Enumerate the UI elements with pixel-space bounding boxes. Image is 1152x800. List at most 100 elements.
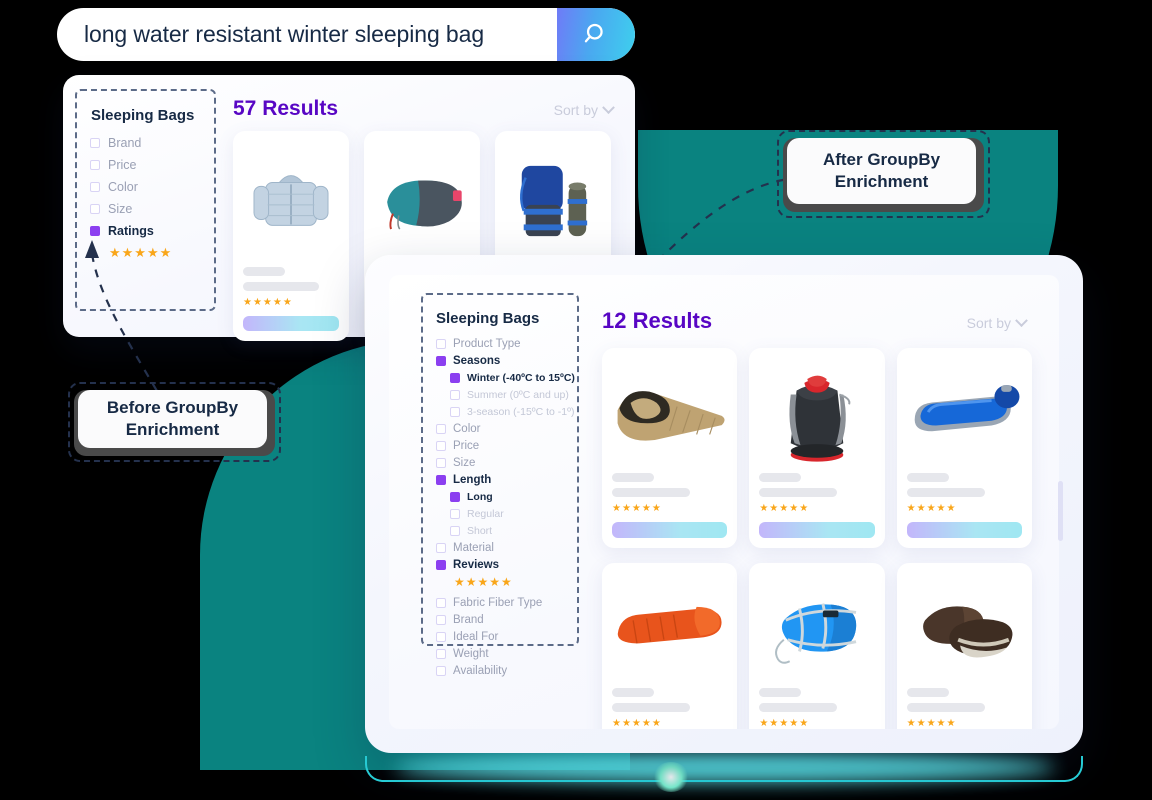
callout-after-card: After GroupBy Enrichment xyxy=(787,138,976,204)
product-cta-button[interactable] xyxy=(243,316,339,331)
product-image-grey-stuff-sack xyxy=(759,358,874,469)
facet-row-seasons[interactable]: Seasons xyxy=(436,355,567,367)
product-cta-button[interactable] xyxy=(906,522,1022,538)
facet-row-long[interactable]: Long xyxy=(450,491,567,503)
facet-row-product-type[interactable]: Product Type xyxy=(436,338,567,350)
facet-checkbox[interactable] xyxy=(450,407,460,417)
product-desc-skeleton xyxy=(759,703,838,712)
product-card[interactable]: ★★★★★ xyxy=(749,563,885,729)
facet-row-reviews[interactable]: Reviews xyxy=(436,559,567,571)
facet-checkbox[interactable] xyxy=(90,138,100,148)
facet-checkbox[interactable] xyxy=(436,615,446,625)
facet-checkbox[interactable] xyxy=(436,339,446,349)
facet-label: Winter (-40ºC to 15ºC) xyxy=(467,372,575,384)
product-rating-stars: ★★★★★ xyxy=(759,503,810,514)
facet-row-availability[interactable]: Availability xyxy=(436,665,567,677)
search-input[interactable] xyxy=(57,8,557,61)
facet-label: Weight xyxy=(453,648,489,660)
facet-checkbox[interactable] xyxy=(436,666,446,676)
facet-checkbox[interactable] xyxy=(436,543,446,553)
facet-label: Color xyxy=(108,180,138,194)
facet-row-color[interactable]: Color xyxy=(436,423,567,435)
facet-row-color[interactable]: Color xyxy=(90,180,204,194)
facet-row-size[interactable]: Size xyxy=(90,202,204,216)
callout-after-groupby: After GroupBy Enrichment xyxy=(777,130,990,218)
facet-checkbox[interactable] xyxy=(450,509,460,519)
screenshot-root: Sleeping Bags BrandPriceColorSizeRatings… xyxy=(0,0,1152,800)
product-card[interactable]: ★★★★★ xyxy=(749,348,885,548)
after-sort-by[interactable]: Sort by xyxy=(967,313,1028,331)
facet-label: Product Type xyxy=(453,338,521,350)
facet-checkbox[interactable] xyxy=(450,526,460,536)
product-card[interactable]: ★★★★★ xyxy=(602,348,738,548)
product-card[interactable]: ★★★★★ xyxy=(233,131,349,341)
facet-label: Brand xyxy=(453,614,484,626)
product-rating-stars: ★★★★★ xyxy=(612,718,662,729)
facet-label: Size xyxy=(453,457,476,469)
product-cta-button[interactable] xyxy=(759,522,875,538)
before-sort-by[interactable]: Sort by xyxy=(553,100,615,118)
tablet-glow-dot xyxy=(653,762,689,792)
product-rating-stars: ★★★★★ xyxy=(243,297,293,308)
product-card[interactable]: ★★★★★ xyxy=(896,348,1032,548)
facet-checkbox[interactable] xyxy=(90,182,100,192)
product-image-tan-rectangular-sleeping-bag xyxy=(612,358,727,469)
facet-row-price[interactable]: Price xyxy=(90,158,204,172)
after-facet-panel: Sleeping Bags Product Type Seasons Winter … xyxy=(421,293,579,677)
facet-checkbox[interactable] xyxy=(450,373,460,383)
facet-row-fabric-fiber-type[interactable]: Fabric Fiber Type xyxy=(436,597,567,609)
facet-row-brand[interactable]: Brand xyxy=(90,136,204,150)
facet-checkbox[interactable] xyxy=(436,475,446,485)
facet-row-summer-0-c-and-up[interactable]: Summer (0ºC and up) xyxy=(450,389,569,401)
facet-checkbox[interactable] xyxy=(436,649,446,659)
product-title-skeleton xyxy=(759,473,802,482)
search-bar[interactable] xyxy=(57,8,635,61)
facet-row-short[interactable]: Short xyxy=(450,525,567,537)
facet-row-regular[interactable]: Regular xyxy=(450,508,567,520)
after-results-header: 12 Results Sort by xyxy=(602,308,1028,334)
facet-row-ideal-for[interactable]: Ideal For xyxy=(436,631,567,643)
facet-row-size[interactable]: Size xyxy=(436,457,567,469)
before-results-count: 57 Results xyxy=(233,97,339,120)
facet-row-weight[interactable]: Weight xyxy=(436,648,567,660)
facet-label: Length xyxy=(453,474,492,486)
product-image-blue-backpack-mat xyxy=(505,141,601,261)
facet-checkbox[interactable] xyxy=(90,204,100,214)
facet-checkbox[interactable] xyxy=(436,441,446,451)
product-card[interactable]: ★★★★★ xyxy=(896,563,1032,729)
facet-label: Material xyxy=(453,542,494,554)
product-rating-stars: ★★★★★ xyxy=(906,718,957,729)
product-card[interactable]: ★★★★★ xyxy=(602,563,738,729)
chevron-down-icon xyxy=(1015,313,1028,327)
product-cta-button[interactable] xyxy=(612,522,728,538)
facet-checkbox[interactable] xyxy=(450,492,460,502)
facet-row-price[interactable]: Price xyxy=(436,440,567,452)
product-title-skeleton xyxy=(906,688,949,697)
tablet-scrollbar[interactable] xyxy=(1058,481,1063,541)
facet-label: Price xyxy=(453,440,480,452)
product-desc-skeleton xyxy=(906,488,985,497)
product-image-blue-rolled-sleeping-bag xyxy=(759,573,874,684)
facet-checkbox[interactable] xyxy=(90,160,100,170)
product-title-skeleton xyxy=(906,473,949,482)
facet-row-material[interactable]: Material xyxy=(436,542,567,554)
before-sort-by-label: Sort by xyxy=(553,102,598,118)
callout-before-groupby: Before GroupBy Enrichment xyxy=(68,382,281,462)
facet-checkbox[interactable] xyxy=(436,458,446,468)
before-facet-title: Sleeping Bags xyxy=(91,107,195,124)
facet-checkbox[interactable] xyxy=(436,560,446,570)
search-button[interactable] xyxy=(557,8,635,61)
facet-row-winter-40-c-to-15-c[interactable]: Winter (-40ºC to 15ºC) xyxy=(450,372,575,384)
after-results-count: 12 Results xyxy=(602,308,713,333)
facet-checkbox[interactable] xyxy=(450,390,460,400)
facet-row-brand[interactable]: Brand xyxy=(436,614,567,626)
tablet-device: Sleeping Bags Product Type Seasons Winter … xyxy=(365,255,1083,753)
facet-checkbox[interactable] xyxy=(436,424,446,434)
facet-checkbox[interactable] xyxy=(436,598,446,608)
facet-label: Availability xyxy=(453,665,508,677)
facet-label: Long xyxy=(467,491,493,503)
facet-row-length[interactable]: Length xyxy=(436,474,567,486)
facet-checkbox[interactable] xyxy=(436,632,446,642)
facet-checkbox[interactable] xyxy=(436,356,446,366)
facet-row-3-season-15-c-to-1[interactable]: 3-season (-15ºC to -1º) xyxy=(450,406,574,418)
